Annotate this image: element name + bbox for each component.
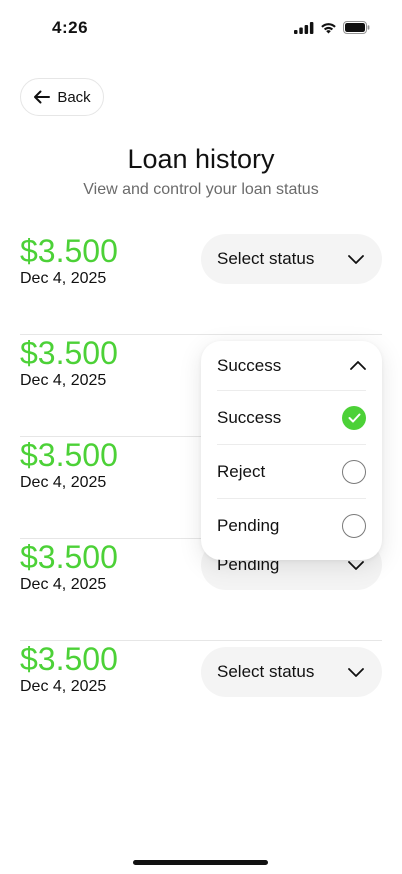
- status-option-label: Success: [217, 407, 282, 427]
- chevron-down-icon: [348, 560, 364, 570]
- status-dropdown-current: Success: [217, 355, 282, 375]
- chevron-down-icon: [348, 254, 364, 264]
- status-option-reject[interactable]: Reject: [217, 445, 366, 499]
- battery-icon: [343, 21, 370, 34]
- home-indicator: [133, 860, 268, 865]
- back-button[interactable]: Back: [20, 78, 104, 116]
- status-select[interactable]: Select status: [201, 647, 382, 697]
- wifi-icon: [321, 22, 336, 33]
- status-dropdown: Success Success Reject Pending: [201, 341, 382, 560]
- loan-amount: $3.500: [20, 335, 118, 371]
- radio-unchecked-icon[interactable]: [342, 459, 366, 484]
- status-option-success[interactable]: Success: [217, 391, 366, 445]
- loan-amount: $3.500: [20, 437, 118, 473]
- loan-date: Dec 4, 2025: [20, 372, 107, 389]
- loan-amount: $3.500: [20, 539, 118, 575]
- page-subtitle: View and control your loan status: [83, 181, 319, 198]
- status-dropdown-toggle[interactable]: Success: [217, 341, 366, 391]
- chevron-down-icon: [348, 667, 364, 677]
- back-button-label: Back: [57, 88, 91, 106]
- loan-row: $3.500 Dec 4, 2025 Select status: [20, 641, 382, 743]
- status-select-label: Select status: [217, 662, 315, 681]
- loan-date: Dec 4, 2025: [20, 678, 107, 695]
- checkmark-icon: [348, 413, 360, 422]
- status-option-pending[interactable]: Pending: [217, 499, 366, 553]
- cellular-signal-icon: [294, 21, 314, 34]
- chevron-up-icon: [350, 361, 366, 370]
- status-time: 4:26: [52, 18, 89, 37]
- radio-checked-icon[interactable]: [342, 405, 366, 430]
- loan-amount: $3.500: [20, 641, 118, 677]
- loan-date: Dec 4, 2025: [20, 270, 107, 287]
- loan-date: Dec 4, 2025: [20, 474, 107, 491]
- loan-row: $3.500 Dec 4, 2025 Select status: [20, 233, 382, 335]
- loan-date: Dec 4, 2025: [20, 576, 107, 593]
- status-icons: [294, 21, 370, 34]
- status-select[interactable]: Select status: [201, 234, 382, 284]
- status-select-label: Select status: [217, 249, 315, 268]
- loan-amount: $3.500: [20, 233, 118, 269]
- status-option-label: Reject: [217, 461, 266, 481]
- status-option-label: Pending: [217, 516, 280, 535]
- page-title: Loan history: [127, 144, 275, 174]
- loan-history-screen: 4:26 Back Loan history View and control …: [0, 0, 402, 874]
- radio-unchecked-icon[interactable]: [342, 514, 366, 538]
- arrow-left-icon: [34, 90, 51, 104]
